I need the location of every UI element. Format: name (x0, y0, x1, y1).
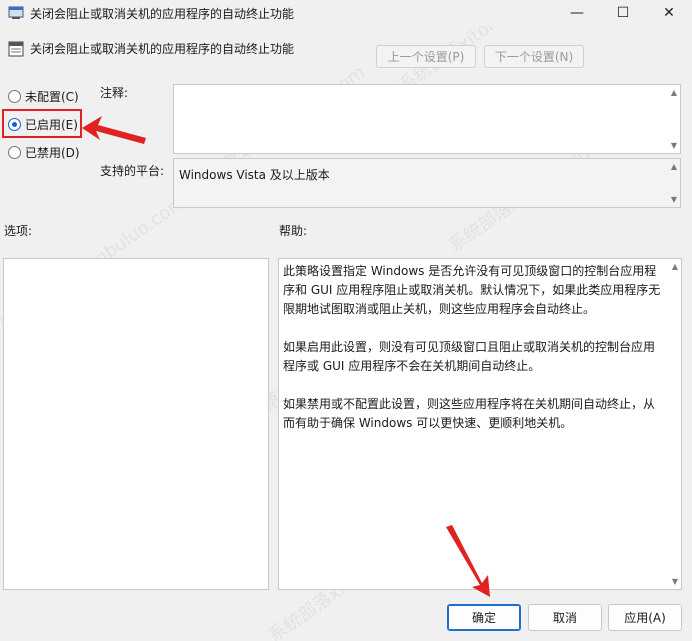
minimize-icon: — (570, 5, 584, 21)
radio-enabled[interactable]: 已启用(E) (8, 114, 78, 134)
radio-label: 已启用(E) (25, 117, 78, 132)
radio-disabled[interactable]: 已禁用(D) (8, 142, 80, 162)
scroll-up-icon[interactable]: ▲ (671, 88, 677, 97)
window-title: 关闭会阻止或取消关机的应用程序的自动终止功能 (30, 7, 295, 21)
next-setting-button[interactable]: 下一个设置(N) (484, 45, 584, 68)
radio-label: 未配置(C) (25, 89, 79, 104)
help-label: 帮助: (279, 224, 308, 238)
radio-circle[interactable] (8, 89, 21, 103)
ok-button[interactable]: 确定 (447, 604, 521, 631)
policy-app-icon (8, 6, 24, 20)
comment-label: 注释: (100, 86, 129, 100)
scroll-down-icon[interactable]: ▼ (671, 195, 677, 204)
scroll-up-icon[interactable]: ▲ (671, 162, 677, 171)
options-label: 选项: (4, 224, 33, 238)
platform-value: Windows Vista 及以上版本 (179, 168, 330, 182)
radio-circle-checked[interactable] (8, 117, 21, 131)
minimize-button[interactable]: — (554, 0, 600, 26)
apply-button[interactable]: 应用(A) (608, 604, 682, 631)
close-button[interactable]: ✕ (646, 0, 692, 26)
cancel-button[interactable]: 取消 (528, 604, 602, 631)
annotation-arrow-icon (446, 525, 490, 597)
radio-label: 已禁用(D) (25, 145, 80, 160)
help-paragraph: 如果禁用或不配置此设置，则这些应用程序将在关机期间自动终止，从而有助于确保 Wi… (283, 397, 656, 430)
annotation-arrow-icon (82, 116, 146, 144)
help-paragraph: 此策略设置指定 Windows 是否允许没有可见顶级窗口的控制台应用程序和 GU… (283, 264, 661, 316)
radio-not-configured[interactable]: 未配置(C) (8, 86, 79, 106)
scroll-up-icon[interactable]: ▲ (672, 262, 678, 271)
close-icon: ✕ (663, 5, 675, 21)
scroll-down-icon[interactable]: ▼ (672, 577, 678, 586)
platform-label: 支持的平台: (100, 164, 165, 178)
previous-setting-button[interactable]: 上一个设置(P) (376, 45, 476, 68)
policy-setting-icon (8, 41, 24, 57)
options-pane[interactable] (3, 258, 269, 590)
comment-textarea[interactable]: ▲ ▼ (173, 84, 681, 154)
radio-circle[interactable] (8, 145, 21, 159)
help-paragraph: 如果启用此设置，则没有可见顶级窗口且阻止或取消关机的控制台应用程序或 GUI 应… (283, 340, 656, 373)
platform-field: Windows Vista 及以上版本 ▲ ▼ (173, 158, 681, 208)
setting-title: 关闭会阻止或取消关机的应用程序的自动终止功能 (30, 42, 295, 56)
maximize-button[interactable]: ☐ (600, 0, 646, 26)
maximize-icon: ☐ (616, 5, 630, 21)
scroll-down-icon[interactable]: ▼ (671, 141, 677, 150)
